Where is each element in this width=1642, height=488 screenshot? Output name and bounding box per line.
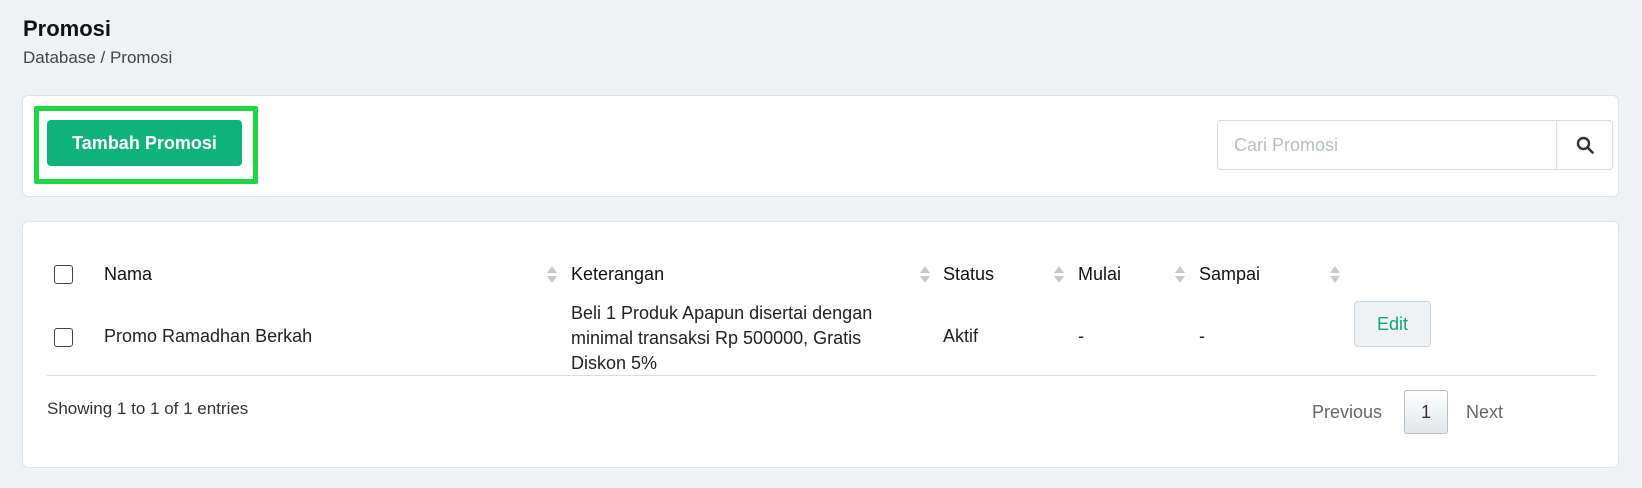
add-promo-button[interactable]: Tambah Promosi	[47, 120, 242, 166]
sort-icon[interactable]	[1054, 266, 1064, 284]
sort-icon[interactable]	[920, 266, 930, 284]
table-card: Nama Keterangan Status Mulai Sampai Prom…	[22, 221, 1619, 468]
cell-mulai: -	[1078, 326, 1084, 346]
column-header-keterangan[interactable]: Keterangan	[571, 264, 664, 285]
row-checkbox[interactable]	[54, 328, 73, 347]
column-header-mulai[interactable]: Mulai	[1078, 264, 1121, 285]
pagination-page-1[interactable]: 1	[1404, 390, 1448, 434]
page-title: Promosi	[23, 16, 112, 41]
search-input[interactable]	[1218, 121, 1556, 169]
column-header-nama[interactable]: Nama	[104, 264, 152, 285]
pagination-next[interactable]: Next	[1466, 402, 1503, 423]
pagination-previous[interactable]: Previous	[1312, 402, 1382, 423]
cell-keterangan: Beli 1 Produk Apapun disertai dengan min…	[571, 303, 873, 373]
cell-sampai: -	[1199, 326, 1205, 346]
sort-icon[interactable]	[547, 266, 557, 284]
cell-status: Aktif	[943, 326, 979, 346]
table-divider	[47, 375, 1596, 376]
search-box	[1217, 120, 1613, 170]
search-button[interactable]	[1556, 121, 1612, 169]
sort-icon[interactable]	[1175, 266, 1185, 284]
toolbar-card: Tambah Promosi	[22, 95, 1619, 197]
page: Promosi Database / Promosi Tambah Promos…	[0, 0, 1642, 488]
sort-icon[interactable]	[1330, 266, 1340, 284]
column-header-sampai[interactable]: Sampai	[1199, 264, 1260, 285]
cell-nama: Promo Ramadhan Berkah	[104, 326, 313, 346]
edit-button[interactable]: Edit	[1354, 301, 1431, 347]
breadcrumb: Database / Promosi	[23, 48, 173, 67]
column-header-status[interactable]: Status	[943, 264, 994, 285]
table-info: Showing 1 to 1 of 1 entries	[47, 399, 249, 418]
search-icon	[1576, 136, 1594, 154]
select-all-checkbox[interactable]	[54, 265, 73, 284]
